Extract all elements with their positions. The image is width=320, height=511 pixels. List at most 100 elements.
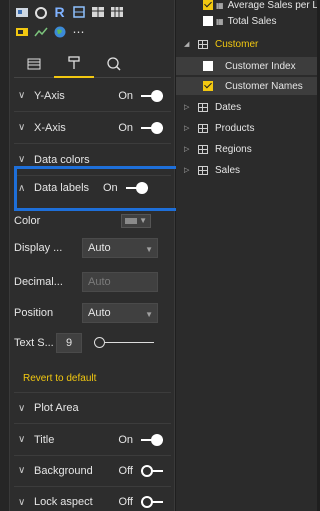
field-label: Total Sales: [227, 15, 277, 27]
chevron-down-icon: ∨: [18, 496, 26, 508]
pane-edge: [0, 0, 10, 511]
kpi-visual-icon[interactable]: [33, 24, 48, 39]
more-visuals-icon[interactable]: ⋯: [71, 24, 86, 39]
field-item[interactable]: Customer Index: [176, 57, 317, 75]
y-axis-toggle[interactable]: [141, 89, 163, 102]
section-label: Plot Area: [34, 402, 79, 414]
chevron-down-icon: ∨: [18, 465, 26, 476]
fields-tab-icon: [27, 58, 41, 70]
visual-types-row-2: ⋯: [14, 24, 86, 39]
toggle-state-text: On: [118, 121, 133, 134]
table-icon: [198, 102, 208, 112]
filled-map-icon[interactable]: [14, 4, 29, 19]
table-dates[interactable]: ▷ Dates: [176, 98, 317, 116]
expand-triangle-icon: ▷: [184, 146, 190, 153]
table-customer[interactable]: ◢ Customer: [176, 34, 317, 54]
color-row: Color ▼: [14, 210, 171, 232]
field-item[interactable]: Customer Names: [176, 77, 317, 95]
dropdown-value: Auto: [88, 242, 111, 254]
display-units-label: Display ...: [14, 242, 63, 254]
analytics-magnifier-icon: [107, 57, 121, 71]
table-label: Customer: [215, 38, 259, 50]
color-label: Color: [14, 215, 41, 227]
position-row: Position Auto ▼: [14, 302, 171, 324]
table-sales[interactable]: ▷ Sales: [176, 161, 317, 179]
field-checkbox[interactable]: [203, 16, 213, 26]
format-tab[interactable]: [54, 50, 94, 78]
section-title[interactable]: ∨ Title On: [14, 424, 171, 456]
background-toggle[interactable]: [141, 464, 163, 477]
table-icon: [198, 165, 208, 175]
section-x-axis[interactable]: ∨ X-Axis On: [14, 112, 171, 144]
chevron-down-icon: ∨: [18, 154, 26, 165]
section-label: Y-Axis: [34, 89, 65, 102]
section-background[interactable]: ∨ Background Off: [14, 455, 171, 487]
fields-pane: ▦ Average Sales per L ▦ Total Sales ◢ Cu…: [176, 0, 317, 511]
fields-tab[interactable]: [14, 50, 54, 78]
format-paint-roller-icon: [68, 56, 80, 69]
chevron-down-icon: ∨: [18, 402, 26, 414]
section-label: Lock aspect: [34, 496, 93, 508]
text-size-slider[interactable]: [94, 337, 154, 349]
table-icon: [198, 144, 208, 154]
card-visual-icon[interactable]: [14, 24, 29, 39]
input-placeholder: Auto: [88, 276, 111, 288]
toggle-state-text: On: [118, 89, 133, 102]
decimal-places-input[interactable]: Auto: [82, 272, 158, 292]
text-size-input[interactable]: 9: [56, 333, 82, 353]
color-picker[interactable]: ▼: [121, 214, 151, 228]
analytics-tab[interactable]: [94, 50, 134, 78]
section-label: Data colors: [34, 153, 90, 166]
dropdown-value: Auto: [88, 307, 111, 319]
display-units-dropdown[interactable]: Auto ▼: [82, 238, 158, 258]
table-visual-icon[interactable]: [90, 4, 105, 19]
section-label: X-Axis: [34, 121, 66, 134]
lock-aspect-toggle[interactable]: [141, 496, 163, 508]
table-label: Sales: [215, 164, 241, 176]
field-checkbox[interactable]: [203, 0, 213, 10]
text-size-label: Text S...: [14, 337, 54, 349]
gauge-icon[interactable]: [33, 4, 48, 19]
text-size-row: Text S... 9: [14, 332, 171, 354]
toggle-state-text: Off: [118, 496, 133, 508]
r-visual-icon[interactable]: R: [52, 4, 67, 20]
toggle-state-text: On: [118, 433, 133, 446]
globe-icon[interactable]: [52, 24, 67, 39]
table-products[interactable]: ▷ Products: [176, 119, 317, 137]
pane-tabs: [14, 50, 171, 78]
expand-triangle-icon: ▷: [184, 104, 190, 111]
data-labels-highlight: [14, 166, 180, 211]
expand-triangle-icon: ▷: [184, 167, 190, 174]
expand-triangle-icon: ▷: [184, 125, 190, 132]
field-checkbox[interactable]: [203, 81, 213, 91]
table-icon: [198, 39, 208, 49]
position-dropdown[interactable]: Auto ▼: [82, 303, 158, 323]
chevron-down-icon: ∨: [18, 90, 26, 101]
matrix-visual-icon[interactable]: [109, 4, 124, 19]
field-label: Customer Index: [225, 60, 296, 72]
section-y-axis[interactable]: ∨ Y-Axis On: [14, 80, 171, 112]
title-toggle[interactable]: [141, 433, 163, 446]
measure-icon: ▦: [216, 16, 224, 26]
measure-icon: ▦: [216, 0, 224, 10]
field-label: Average Sales per L: [227, 0, 317, 11]
field-item[interactable]: ▦ Total Sales: [176, 12, 317, 30]
table-icon: [198, 123, 208, 133]
section-label: Title: [34, 433, 55, 446]
field-checkbox[interactable]: [203, 61, 213, 71]
table-regions[interactable]: ▷ Regions: [176, 140, 317, 158]
revert-to-default-link[interactable]: Revert to default: [23, 373, 96, 384]
visual-types-row-1: R: [14, 4, 124, 20]
toggle-state-text: Off: [118, 464, 133, 477]
x-axis-toggle[interactable]: [141, 121, 163, 134]
field-label: Customer Names: [225, 80, 303, 92]
section-plot-area[interactable]: ∨ Plot Area: [14, 392, 171, 424]
globe-map-icon[interactable]: [71, 4, 86, 19]
chevron-down-icon: ∨: [18, 434, 26, 445]
chevron-down-icon: ∨: [18, 122, 26, 133]
chevron-down-icon: ▼: [145, 245, 153, 254]
position-label: Position: [14, 307, 54, 319]
section-lock-aspect[interactable]: ∨ Lock aspect Off: [14, 486, 171, 511]
display-units-row: Display ... Auto ▼: [14, 237, 171, 259]
chevron-down-icon: ▼: [139, 216, 147, 225]
